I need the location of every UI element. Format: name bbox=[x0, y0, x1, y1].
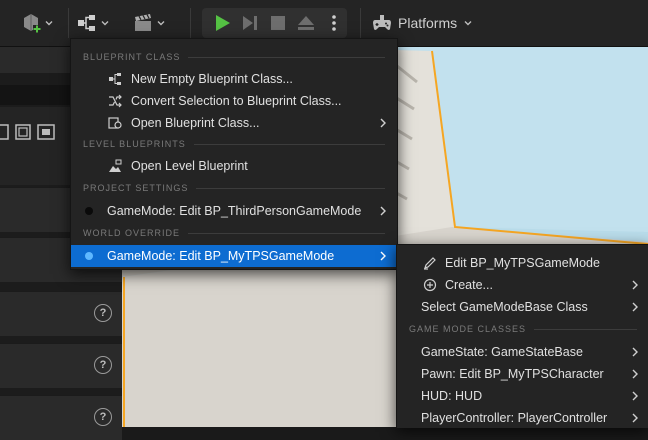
chevron-right-icon bbox=[632, 280, 638, 290]
blueprint-icon bbox=[109, 73, 121, 85]
chevron-right-icon bbox=[380, 118, 386, 128]
convert-icon bbox=[109, 94, 122, 108]
menu-item-world-gamemode[interactable]: GameMode: Edit BP_MyTPSGameMode bbox=[71, 245, 397, 267]
detail-row: ? bbox=[0, 395, 122, 440]
section-header: BLUEPRINT CLASS bbox=[83, 52, 385, 62]
platforms-button[interactable]: Platforms bbox=[372, 9, 473, 37]
menu-item-pawn[interactable]: Pawn: Edit BP_MyTPSCharacter bbox=[397, 363, 648, 385]
stop-icon[interactable] bbox=[268, 13, 288, 33]
toolbar-divider bbox=[68, 8, 69, 38]
help-icon[interactable]: ? bbox=[94, 356, 112, 374]
play-icon[interactable] bbox=[212, 13, 232, 33]
more-options-icon[interactable] bbox=[324, 13, 344, 33]
menu-item-gamestate[interactable]: GameState: GameStateBase bbox=[397, 341, 648, 363]
menu-item-project-gamemode[interactable]: GameMode: Edit BP_ThirdPersonGameMode bbox=[71, 200, 397, 222]
section-header: WORLD OVERRIDE bbox=[83, 228, 385, 238]
detail-row: ? bbox=[0, 343, 122, 388]
toolbar-divider bbox=[190, 8, 191, 38]
chevron-right-icon bbox=[632, 369, 638, 379]
detail-row: ? bbox=[0, 291, 122, 336]
help-icon[interactable]: ? bbox=[94, 408, 112, 426]
blueprint-icon bbox=[78, 15, 95, 31]
menu-item-select-gamemodebase[interactable]: Select GameModeBase Class bbox=[397, 296, 648, 318]
add-content-icon bbox=[24, 14, 41, 33]
add-content-button[interactable] bbox=[20, 9, 54, 37]
menu-item-open-level-blueprint[interactable]: Open Level Blueprint bbox=[71, 155, 397, 177]
help-icon[interactable]: ? bbox=[94, 304, 112, 322]
level-blueprint-icon bbox=[109, 159, 122, 172]
menu-item-player-controller[interactable]: PlayerController: PlayerController bbox=[397, 407, 648, 429]
cinematics-icon bbox=[135, 14, 151, 31]
menu-item-hud[interactable]: HUD: HUD bbox=[397, 385, 648, 407]
blueprint-button[interactable] bbox=[76, 9, 110, 37]
pencil-icon bbox=[424, 257, 436, 270]
chevron-right-icon bbox=[632, 347, 638, 357]
menu-item-convert-selection[interactable]: Convert Selection to Blueprint Class... bbox=[71, 90, 397, 112]
step-icon[interactable] bbox=[240, 13, 260, 33]
chevron-down-icon bbox=[157, 21, 165, 26]
platforms-icon bbox=[373, 15, 391, 30]
menu-item-edit-gamemode[interactable]: Edit BP_MyTPSGameMode bbox=[397, 252, 648, 274]
chevron-down-icon bbox=[45, 21, 53, 26]
chevron-right-icon bbox=[632, 413, 638, 423]
menu-item-new-empty-blueprint[interactable]: New Empty Blueprint Class... bbox=[71, 68, 397, 90]
cinematics-button[interactable] bbox=[132, 9, 166, 37]
play-controls bbox=[202, 8, 347, 38]
gamemode-submenu: Edit BP_MyTPSGameMode Create... Select G… bbox=[396, 244, 648, 428]
chevron-right-icon bbox=[632, 391, 638, 401]
view-mode-icons[interactable] bbox=[0, 123, 66, 141]
radio-dot-icon bbox=[85, 252, 93, 260]
section-header: PROJECT SETTINGS bbox=[83, 183, 385, 193]
chevron-down-icon bbox=[101, 21, 109, 26]
eject-icon[interactable] bbox=[296, 13, 316, 33]
menu-item-open-blueprint-class[interactable]: Open Blueprint Class... bbox=[71, 112, 397, 134]
radio-dot-icon bbox=[85, 207, 93, 215]
chevron-right-icon bbox=[380, 206, 386, 216]
chevron-right-icon bbox=[632, 302, 638, 312]
section-header: LEVEL BLUEPRINTS bbox=[83, 139, 385, 149]
chevron-right-icon bbox=[380, 251, 386, 261]
chevron-down-icon bbox=[464, 21, 472, 26]
open-blueprint-icon bbox=[108, 117, 122, 129]
platforms-label: Platforms bbox=[398, 15, 458, 31]
add-circle-icon bbox=[423, 278, 437, 292]
blueprint-menu: BLUEPRINT CLASS New Empty Blueprint Clas… bbox=[70, 38, 398, 270]
menu-item-create[interactable]: Create... bbox=[397, 274, 648, 296]
section-header: GAME MODE CLASSES bbox=[409, 324, 637, 334]
toolbar-divider bbox=[360, 8, 361, 38]
